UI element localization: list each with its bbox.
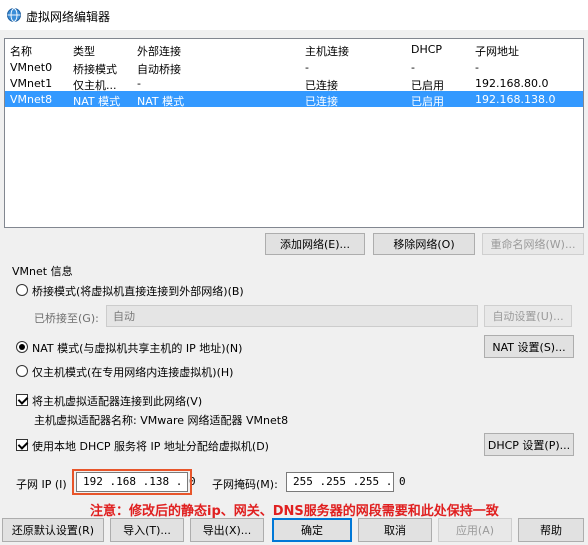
subnet-mask-label: 子网掩码(M): (212, 478, 278, 491)
column-header-dhcp[interactable]: DHCP (411, 43, 473, 56)
network-globe-icon (7, 8, 21, 22)
rename-network-button[interactable]: 重命名网络(W)... (482, 233, 584, 255)
subnet-mask-input[interactable]: 255 .255 .255 . 0 (286, 472, 406, 492)
restore-defaults-button[interactable]: 还原默认设置(R) (2, 518, 104, 542)
cell-external: - (137, 77, 141, 90)
bridge-mode-label[interactable]: 桥接模式(将虚拟机直接连接到外部网络)(B) (32, 283, 244, 299)
add-network-button[interactable]: 添加网络(E)... (265, 233, 365, 255)
list-header: 名称 类型 外部连接 主机连接 DHCP 子网地址 (5, 39, 583, 59)
cell-name: VMnet1 (10, 77, 53, 90)
cell-subnet: 192.168.138.0 (475, 93, 556, 106)
cell-subnet: - (475, 61, 479, 74)
bridge-mode-radio[interactable] (16, 284, 28, 296)
network-list[interactable]: 名称 类型 外部连接 主机连接 DHCP 子网地址 VMnet0 桥接模式 自动… (4, 38, 584, 228)
dhcp-label[interactable]: 使用本地 DHCP 服务将 IP 地址分配给虚拟机(D) (32, 438, 269, 454)
cell-dhcp: - (411, 61, 415, 74)
cell-name: VMnet8 (10, 93, 53, 106)
apply-button[interactable]: 应用(A) (438, 518, 512, 542)
cell-type: NAT 模式 (73, 95, 121, 108)
help-button[interactable]: 帮助 (518, 518, 584, 542)
import-button[interactable]: 导入(T)... (110, 518, 184, 542)
connect-adapter-checkbox[interactable] (16, 394, 28, 406)
connect-adapter-label[interactable]: 将主机虚拟适配器连接到此网络(V) (32, 393, 202, 409)
bridged-to-label: 已桥接至(G): (34, 312, 99, 325)
column-header-subnet[interactable]: 子网地址 (475, 43, 575, 59)
subnet-ip-label: 子网 IP (I) (16, 478, 67, 491)
dhcp-checkbox[interactable] (16, 439, 28, 451)
column-header-name[interactable]: 名称 (10, 43, 72, 59)
adapter-name-text: 主机虚拟适配器名称: VMware 网络适配器 VMnet8 (34, 414, 289, 427)
window-title: 虚拟网络编辑器 (26, 10, 111, 24)
cell-host: - (305, 61, 309, 74)
column-header-type[interactable]: 类型 (73, 43, 135, 59)
table-row[interactable]: VMnet0 桥接模式 自动桥接 - - - (5, 59, 583, 76)
cell-name: VMnet0 (10, 61, 53, 74)
host-only-radio[interactable] (16, 365, 28, 377)
export-button[interactable]: 导出(X)... (190, 518, 264, 542)
auto-settings-button[interactable]: 自动设置(U)... (484, 305, 572, 327)
dhcp-settings-button[interactable]: DHCP 设置(P)... (484, 433, 574, 456)
title-bar: 虚拟网络编辑器 (0, 0, 588, 30)
table-row[interactable]: VMnet1 仅主机... - 已连接 已启用 192.168.80.0 (5, 75, 583, 92)
cell-host: 已连接 (305, 95, 338, 108)
annotation-highlight-box (72, 469, 192, 495)
cell-external: NAT 模式 (137, 95, 185, 108)
remove-network-button[interactable]: 移除网络(O) (373, 233, 475, 255)
bridged-to-select[interactable]: 自动 (106, 305, 478, 327)
cell-dhcp: 已启用 (411, 95, 444, 108)
cancel-button[interactable]: 取消 (358, 518, 432, 542)
annotation-note: 注意：修改后的静态ip、网关、DNS服务器的网段需要和此处保持一致 (90, 504, 499, 519)
vmnet-info-title: VMnet 信息 (12, 265, 73, 278)
column-header-host[interactable]: 主机连接 (305, 43, 409, 59)
column-header-external[interactable]: 外部连接 (137, 43, 305, 59)
nat-settings-button[interactable]: NAT 设置(S)... (484, 335, 574, 358)
host-only-label[interactable]: 仅主机模式(在专用网络内连接虚拟机)(H) (32, 364, 233, 380)
nat-mode-label[interactable]: NAT 模式(与虚拟机共享主机的 IP 地址)(N) (32, 340, 242, 356)
table-row-selected[interactable]: VMnet8 NAT 模式 NAT 模式 已连接 已启用 192.168.138… (5, 91, 583, 108)
ok-button[interactable]: 确定 (272, 518, 352, 542)
cell-subnet: 192.168.80.0 (475, 77, 549, 90)
nat-mode-radio[interactable] (16, 341, 28, 353)
